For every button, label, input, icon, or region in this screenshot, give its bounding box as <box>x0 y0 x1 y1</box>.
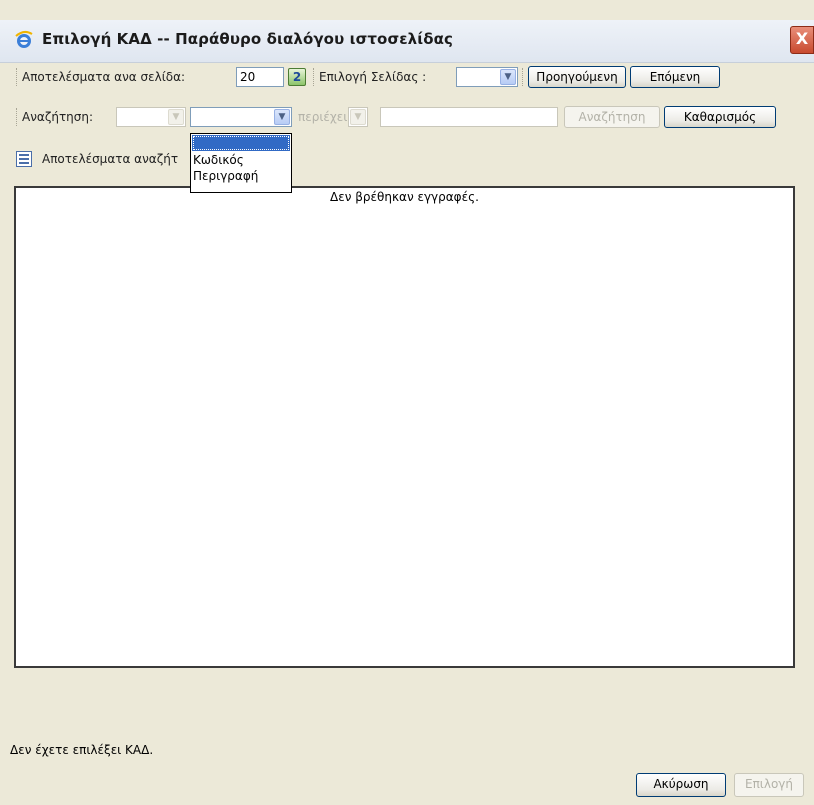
results-header: Αποτελέσματα αναζήτ <box>16 148 796 172</box>
toolbar-grip <box>313 68 316 86</box>
refresh-icon[interactable]: 2 <box>288 68 306 86</box>
close-icon: X <box>795 29 809 48</box>
toolbar-grip <box>16 68 19 86</box>
search-button[interactable]: Αναζήτηση <box>564 106 660 128</box>
page-select-label: Επιλογή Σελίδας : <box>319 70 427 84</box>
grid-icon <box>16 151 32 167</box>
search-label: Αναζήτηση: <box>22 110 94 124</box>
results-grid: Δεν βρέθηκαν εγγραφές. <box>14 186 795 668</box>
results-per-page-label: Αποτελέσματα ανα σελίδα: <box>22 70 186 84</box>
clear-button[interactable]: Καθαρισμός <box>664 106 776 128</box>
search-scope-select: ▼ <box>116 107 186 127</box>
chevron-down-icon: ▼ <box>350 109 366 125</box>
results-header-label: Αποτελέσματα αναζήτ <box>42 152 179 166</box>
dialog-window: Επιλογή ΚΑΔ -- Παράθυρο διαλόγου ιστοσελ… <box>0 0 814 805</box>
chevron-down-icon: ▼ <box>500 69 516 85</box>
status-area <box>14 672 795 732</box>
search-input[interactable] <box>380 107 558 127</box>
operator-label: περιέχει <box>298 110 348 124</box>
operator-select: ▼ <box>348 107 368 127</box>
page-select[interactable]: ▼ <box>456 67 518 87</box>
previous-page-button[interactable]: Προηγούμενη <box>528 66 626 88</box>
search-field-dropdown-list[interactable]: Κωδικός Περιγραφή <box>190 133 292 193</box>
cancel-button[interactable]: Ακύρωση <box>636 773 726 797</box>
next-page-button[interactable]: Επόμενη <box>630 66 720 88</box>
results-per-page-input[interactable]: 20 <box>236 67 284 87</box>
dropdown-option[interactable] <box>192 135 290 151</box>
chevron-down-icon: ▼ <box>168 109 184 125</box>
toolbar-grip <box>522 68 525 86</box>
status-message: Δεν έχετε επιλέξει ΚΑΔ. <box>10 743 154 757</box>
internet-explorer-icon <box>15 30 33 48</box>
select-button[interactable]: Επιλογή <box>734 773 804 797</box>
close-button[interactable]: X <box>790 26 814 54</box>
toolbar-grip <box>16 108 19 126</box>
empty-message: Δεν βρέθηκαν εγγραφές. <box>330 190 479 204</box>
dropdown-option-description[interactable]: Περιγραφή <box>191 168 291 184</box>
paging-toolbar: Αποτελέσματα ανα σελίδα: 20 2 Επιλογή Σε… <box>14 64 794 90</box>
window-title: Επιλογή ΚΑΔ -- Παράθυρο διαλόγου ιστοσελ… <box>42 30 454 48</box>
chevron-down-icon: ▼ <box>274 109 290 125</box>
search-field-select[interactable]: ▼ <box>190 107 292 127</box>
title-bar: Επιλογή ΚΑΔ -- Παράθυρο διαλόγου ιστοσελ… <box>0 20 814 63</box>
search-toolbar: Αναζήτηση: ▼ ▼ περιέχει ▼ Αναζήτηση Καθα… <box>14 104 794 130</box>
dropdown-option-code[interactable]: Κωδικός <box>191 152 291 168</box>
